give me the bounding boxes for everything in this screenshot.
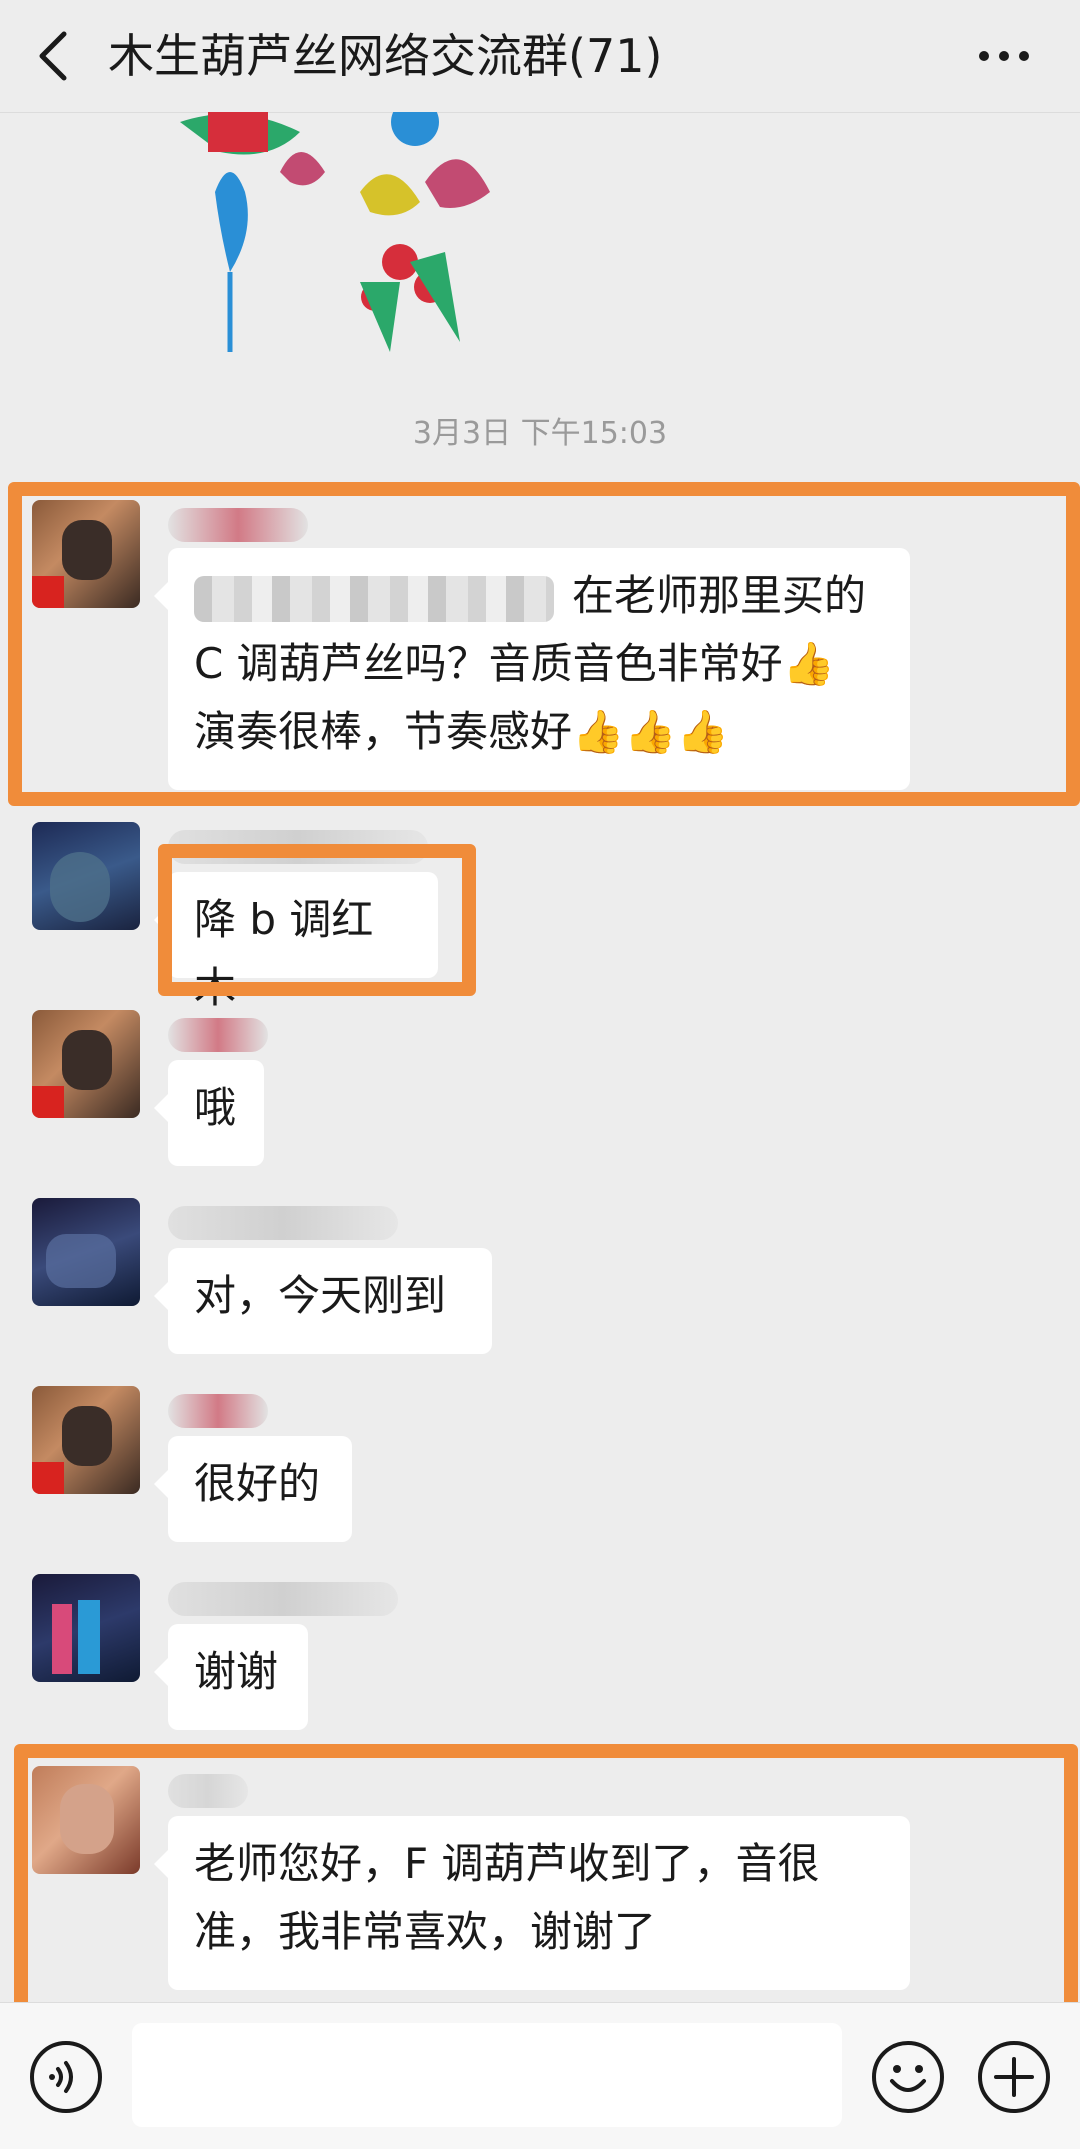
sender-name-blurred <box>168 1018 268 1052</box>
sender-name-blurred <box>168 830 428 864</box>
message-text: 老师您好，F 调葫芦收到了，音很 <box>194 1839 820 1888</box>
chevron-left-icon[interactable] <box>34 28 74 84</box>
avatar[interactable] <box>32 1198 140 1306</box>
avatar[interactable] <box>32 822 140 930</box>
sender-name-blurred <box>168 1582 398 1616</box>
message-input[interactable] <box>132 2023 842 2127</box>
message-bubble[interactable]: 谢谢 <box>154 1624 308 1730</box>
sender-name-blurred <box>168 1774 248 1808</box>
avatar[interactable] <box>32 1766 140 1874</box>
chat-title: 木生葫芦丝网络交流群(71) <box>108 29 663 83</box>
plus-icon[interactable] <box>976 2039 1052 2115</box>
message-bubble[interactable]: 降 b 调红木 <box>154 872 438 1012</box>
sender-name-blurred <box>168 1206 398 1240</box>
sender-name-blurred <box>168 508 308 542</box>
message-text: 降 b 调红木 <box>194 895 374 1012</box>
message-text: 谢谢 <box>194 1647 279 1696</box>
avatar[interactable] <box>32 1010 140 1118</box>
message-bubble[interactable]: 在老师那里买的 C 调葫芦丝吗？音质音色非常好👍 演奏很棒，节奏感好👍👍👍 <box>154 548 910 790</box>
message-text: 很好的 <box>194 1459 321 1508</box>
chat-header: 木生葫芦丝网络交流群(71) <box>0 0 1080 113</box>
chat-area[interactable]: 3月3日 下午15:03 在老师那里买的 C 调葫芦丝吗？音质音色非常好👍 演奏… <box>0 112 1080 2002</box>
message-text: C 调葫芦丝吗？音质音色非常好👍 <box>194 639 835 688</box>
avatar[interactable] <box>32 500 140 608</box>
message-text: 演奏很棒，节奏感好👍👍👍 <box>194 707 729 756</box>
avatar[interactable] <box>32 1386 140 1494</box>
voice-icon[interactable] <box>28 2039 104 2115</box>
blurred-mention <box>194 575 554 622</box>
message-text: 对，今天刚到 <box>194 1271 447 1320</box>
sticker-image[interactable] <box>160 112 520 362</box>
message-text: 在老师那里买的 <box>572 571 867 620</box>
more-dots-icon[interactable] <box>976 46 1032 66</box>
emoji-icon[interactable] <box>870 2039 946 2115</box>
avatar[interactable] <box>32 1574 140 1682</box>
message-bubble[interactable]: 对，今天刚到 <box>154 1248 492 1354</box>
input-bar <box>0 2002 1080 2149</box>
sender-name-blurred <box>168 1394 268 1428</box>
message-bubble[interactable]: 很好的 <box>154 1436 352 1542</box>
message-bubble[interactable]: 老师您好，F 调葫芦收到了，音很 准，我非常喜欢，谢谢了 <box>154 1816 910 1990</box>
message-timestamp: 3月3日 下午15:03 <box>412 416 668 451</box>
message-bubble[interactable]: 哦 <box>154 1060 264 1166</box>
message-text: 准，我非常喜欢，谢谢了 <box>194 1907 657 1956</box>
message-text: 哦 <box>194 1083 237 1132</box>
